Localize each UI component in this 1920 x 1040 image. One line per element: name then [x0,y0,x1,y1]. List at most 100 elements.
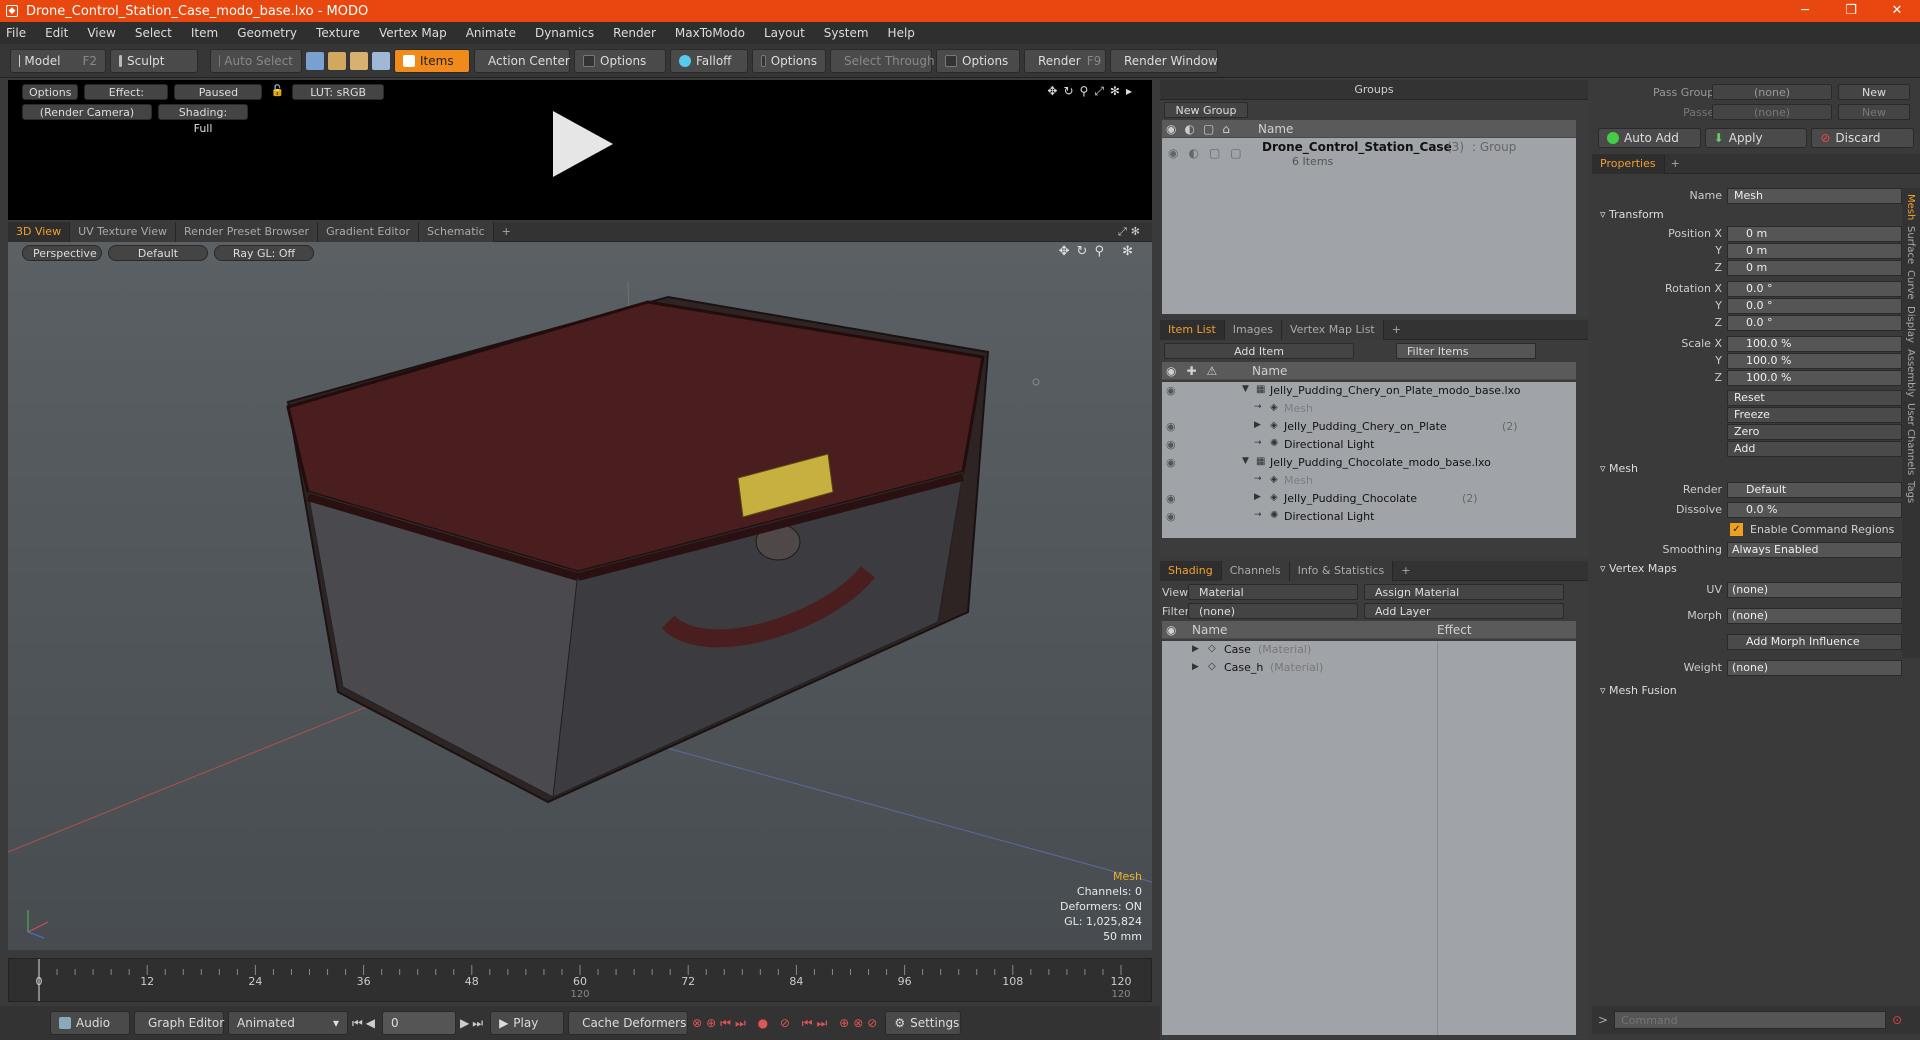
item-list-row[interactable]: ◉ ▼ ▦ Jelly_Pudding_Chocolate_modo_base.lxo [1162,454,1576,472]
uv-dropdown[interactable]: (none) [1727,582,1902,598]
item-list-row[interactable]: ◉ ▼ ▦ Jelly_Pudding_Chery_on_Plate_modo_bas… [1162,382,1576,400]
vertices-mode-icon[interactable] [306,51,324,70]
play-icon[interactable] [553,111,613,177]
skip-start-icon[interactable]: ⏮◀ [352,1016,378,1031]
menu-view[interactable]: View [87,26,115,40]
select-options-button[interactable]: Options [936,48,1020,73]
new-pass-button[interactable]: New [1838,104,1910,120]
morph-dropdown[interactable]: (none) [1727,608,1902,624]
mesh-section[interactable]: ▿ Mesh [1600,462,1638,475]
visibility-eye-icon[interactable]: ◉ [1166,492,1176,505]
vertex-maps-section[interactable]: ▿ Vertex Maps [1600,562,1677,575]
tab-vertex-map-list[interactable]: Vertex Map List [1281,319,1384,340]
add-tab-button[interactable]: + [1393,561,1418,581]
add-morph-influence-button[interactable]: Add Morph Influence [1727,634,1902,650]
menu-select[interactable]: Select [135,26,172,40]
new-group-button[interactable]: New Group [1164,102,1248,118]
menu-geometry[interactable]: Geometry [237,26,297,40]
graph-editor-button[interactable]: Graph Editor [134,1011,224,1035]
tab-properties[interactable]: Properties [1592,153,1665,174]
filter-dropdown[interactable]: (none) [1188,603,1358,619]
camera-dropdown[interactable]: (Render Camera) [22,104,152,120]
assign-material-button[interactable]: Assign Material [1364,584,1564,600]
preview-options-button[interactable]: Options [22,84,79,100]
menu-render[interactable]: Render [613,26,656,40]
zero-dropdown[interactable]: Zero [1727,424,1902,440]
add-layer-dropdown[interactable]: Add Layer [1364,603,1564,619]
items-mode-button[interactable]: Items [394,48,470,73]
rotation-y-field[interactable]: 0.0 ° [1727,298,1902,314]
model-button[interactable]: Model F2 [10,48,106,73]
scale-x-field[interactable]: 100.0 % [1727,336,1902,352]
falloff-options-button[interactable]: Options [752,48,826,73]
item-list-row[interactable]: → ◈ Mesh [1162,472,1576,490]
expand-arrow-icon[interactable]: ▼ [1242,456,1249,466]
tab-render-preset-browser[interactable]: Render Preset Browser [176,221,319,242]
item-list-row[interactable]: ◉ → ✺ Directional Light [1162,508,1576,526]
render-preview[interactable]: Options Effect: (Shadi... Paused 🔓 LUT: … [8,80,1152,220]
item-list-row[interactable]: ◉ → ✺ Directional Light [1162,436,1576,454]
auto-select-button[interactable]: Auto Select [210,48,302,73]
tab-info-statistics[interactable]: Info & Statistics [1289,560,1394,581]
preview-effect-dropdown[interactable]: Effect: (Shadi... [84,84,169,100]
side-tab-surface[interactable]: Surface [1905,226,1916,264]
auto-add-button[interactable]: Auto Add [1598,128,1701,148]
sculpt-button[interactable]: Sculpt [110,48,198,73]
transform-section[interactable]: ▿ Transform [1600,208,1664,221]
group-row[interactable]: ◉◐▢▢ Drone_Control_Station_Case (3) : Gr… [1162,138,1576,172]
new-pass-group-button[interactable]: New [1838,84,1910,100]
minimize-button[interactable]: ─ [1782,0,1828,22]
add-item-dropdown[interactable]: Add Item [1164,343,1354,359]
freeze-dropdown[interactable]: Freeze [1727,407,1902,423]
materials-mode-icon[interactable] [372,51,390,70]
tab-uv-texture-view[interactable]: UV Texture View [70,221,177,242]
menu-file[interactable]: File [6,26,26,40]
tab-images[interactable]: Images [1224,319,1282,340]
discard-button[interactable]: ⊘ Discard [1811,128,1915,148]
name-input[interactable]: Mesh [1727,188,1902,204]
menu-maxtomodo[interactable]: MaxToModo [675,26,745,40]
preview-nav-icons[interactable]: ✥↻⚲⤢✻▸ [1047,84,1138,99]
pass-groups-dropdown[interactable]: (none) [1712,84,1832,100]
lut-dropdown[interactable]: LUT: sRGB [292,84,385,100]
shader-row[interactable]: ▶ ◇ Case_h (Material) [1162,659,1576,677]
add-tab-icon[interactable]: + [1671,157,1680,170]
action-center-options-button[interactable]: Options [574,48,666,73]
menu-texture[interactable]: Texture [316,26,360,40]
add-tab-button[interactable]: + [1384,320,1409,340]
cache-deformers-button[interactable]: Cache Deformers [568,1011,689,1035]
add-tab-button[interactable]: + [494,222,519,242]
render-window-button[interactable]: Render Window [1110,48,1218,73]
settings-button[interactable]: ⚙ Settings [885,1011,962,1035]
visibility-eye-icon[interactable]: ◉ [1166,510,1176,523]
visibility-eye-icon[interactable]: ◉ [1166,438,1176,451]
edges-mode-icon[interactable] [328,51,346,70]
weight-dropdown[interactable]: (none) [1727,660,1902,676]
render-dropdown[interactable]: Default [1727,482,1902,498]
action-center-button[interactable]: Action Center [474,48,570,73]
visibility-eye-icon[interactable]: ◉ [1166,420,1176,433]
preview-paused-button[interactable]: Paused [174,84,263,100]
mesh-fusion-section[interactable]: ▿ Mesh Fusion [1600,684,1677,697]
expand-arrow-icon[interactable]: ▼ [1242,384,1249,394]
menu-edit[interactable]: Edit [45,26,68,40]
smoothing-dropdown[interactable]: Always Enabled [1727,542,1902,558]
position-y-field[interactable]: 0 m [1727,243,1902,259]
falloff-button[interactable]: Falloff [670,48,748,73]
apply-button[interactable]: ⬇ Apply [1704,128,1808,148]
viewport-expand-icon[interactable]: ⤢✻ [1118,225,1144,239]
add-dropdown[interactable]: Add [1727,441,1902,457]
side-tab-curve[interactable]: Curve [1905,270,1916,300]
rotation-z-field[interactable]: 0.0 ° [1727,315,1902,331]
scale-y-field[interactable]: 100.0 % [1727,353,1902,369]
menu-dynamics[interactable]: Dynamics [535,26,594,40]
side-tab-tags[interactable]: Tags [1905,481,1916,503]
menu-system[interactable]: System [824,26,869,40]
view-dropdown[interactable]: Material [1188,584,1358,600]
expand-arrow-icon[interactable]: ▶ [1254,492,1261,502]
item-list-row[interactable]: → ◈ Mesh [1162,400,1576,418]
timeline[interactable]: 01224364860728496108120120120 [8,958,1152,1002]
lock-icon[interactable]: 🔓 [270,84,284,100]
expand-arrow-icon[interactable]: ▶ [1192,644,1199,654]
command-input[interactable] [1614,1011,1887,1029]
